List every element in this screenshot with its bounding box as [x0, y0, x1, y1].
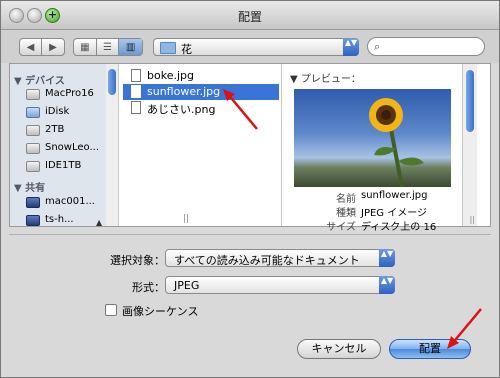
- preview-scrollbar[interactable]: ||: [462, 64, 477, 226]
- sidebar-item-macpro16[interactable]: MacPro16: [26, 86, 106, 104]
- hard-drive-icon: [26, 125, 40, 136]
- network-computer-icon: [26, 215, 40, 226]
- sunflower-illustration: [369, 98, 424, 187]
- sidebar-header-shared[interactable]: ▼ 共有: [14, 179, 45, 194]
- forward-icon[interactable]: ▶: [42, 39, 64, 55]
- search-field[interactable]: ⌕: [367, 37, 485, 56]
- sidebar-item-mac001[interactable]: mac001...: [26, 194, 106, 212]
- document-icon: [131, 101, 141, 114]
- enable-label: 選択対象：: [110, 254, 165, 267]
- file-item-boke[interactable]: boke.jpg: [123, 68, 279, 84]
- meta-size-value: ディスク上の 16: [361, 222, 437, 233]
- window-title: 配置: [237, 10, 262, 24]
- sidebar-item-ts-h[interactable]: ts-h...: [26, 212, 106, 226]
- title-bar[interactable]: + 配置: [1, 1, 499, 30]
- back-forward-control: ◀ ▶: [19, 38, 65, 56]
- sidebar-item-label: IDE1TB: [45, 160, 82, 171]
- preview-column: ▼ プレビュー： 名前 sunflower.jpg 種類 JPEG イメージ サ…: [282, 64, 462, 233]
- image-sequence-label[interactable]: 画像シーケンス: [122, 303, 198, 319]
- column-view-icon[interactable]: ▥: [119, 39, 142, 55]
- sidebar-header-devices[interactable]: ▼ デバイス: [14, 72, 65, 87]
- idisk-icon: [26, 107, 40, 118]
- sidebar-item-idisk[interactable]: iDisk: [26, 104, 106, 122]
- preview-header[interactable]: ▼ プレビュー：: [290, 70, 361, 85]
- sidebar: ▼ デバイス MacPro16 iDisk 2TB SnowLeo... IDE…: [10, 64, 107, 226]
- enable-popup-value: すべての読み込み可能なドキュメント: [174, 254, 360, 267]
- meta-kind-key: 種類: [336, 208, 356, 219]
- folder-path-label: 花: [181, 43, 192, 56]
- options-panel: 選択対象： すべての読み込み可能なドキュメント ▲▼ 形式： JPEG ▲▼ 画…: [9, 234, 491, 328]
- document-icon: [131, 69, 141, 82]
- meta-kind-value: JPEG イメージ: [361, 208, 428, 219]
- file-name: boke.jpg: [147, 69, 194, 82]
- resize-handle-icon[interactable]: ||: [470, 215, 475, 224]
- meta-name-value: sunflower.jpg: [361, 190, 428, 201]
- sidebar-scrollbar[interactable]: [106, 64, 119, 226]
- sidebar-item-label: mac001...: [45, 196, 95, 207]
- hard-drive-icon: [26, 143, 40, 154]
- file-name: あじさい.png: [147, 103, 216, 116]
- file-browser: ▼ デバイス MacPro16 iDisk 2TB SnowLeo... IDE…: [9, 63, 491, 233]
- folder-path-popup[interactable]: 花 ▲▼: [153, 38, 359, 56]
- back-icon[interactable]: ◀: [20, 39, 42, 55]
- format-popup[interactable]: JPEG ▲▼: [165, 276, 395, 294]
- popup-arrows-icon: ▲▼: [379, 249, 395, 267]
- toolbar: ◀ ▶ ▦ ☰ ▥ 花 ▲▼ ⌕: [1, 30, 499, 63]
- popup-arrows-icon: ▲▼: [343, 38, 359, 56]
- meta-name-key: 名前: [336, 194, 356, 205]
- file-name: sunflower.jpg: [147, 85, 221, 98]
- file-item-sunflower[interactable]: sunflower.jpg: [123, 84, 279, 100]
- sidebar-item-label: ts-h...: [45, 214, 74, 225]
- view-mode-control: ▦ ☰ ▥: [73, 38, 143, 56]
- meta-size-key: サイズ: [326, 222, 356, 233]
- popup-arrows-icon: ▲▼: [379, 276, 395, 294]
- folder-icon: [160, 42, 176, 54]
- network-computer-icon: [26, 197, 40, 208]
- sidebar-item-ide1tb[interactable]: IDE1TB: [26, 158, 106, 176]
- place-button[interactable]: 配置: [389, 339, 471, 359]
- file-item-ajisai[interactable]: あじさい.png: [123, 100, 279, 116]
- list-view-icon[interactable]: ☰: [97, 39, 120, 55]
- sunflower-preview-image: [294, 89, 451, 187]
- file-column: boke.jpg sunflower.jpg あじさい.png ||: [119, 64, 282, 226]
- sidebar-item-label: MacPro16: [45, 88, 94, 99]
- eject-icon[interactable]: ▲: [96, 218, 102, 226]
- document-icon: [131, 85, 141, 98]
- format-label: 形式：: [132, 281, 165, 294]
- format-popup-value: JPEG: [174, 279, 200, 292]
- hard-drive-icon: [26, 89, 40, 100]
- place-dialog-window: + 配置 ◀ ▶ ▦ ☰ ▥ 花 ▲▼ ⌕ ▼ デバイス MacPro16 iD…: [0, 0, 500, 378]
- enable-popup[interactable]: すべての読み込み可能なドキュメント ▲▼: [165, 249, 395, 267]
- sidebar-item-label: iDisk: [45, 106, 70, 117]
- scrollbar-thumb[interactable]: [466, 70, 474, 132]
- sidebar-item-2tb[interactable]: 2TB: [26, 122, 106, 140]
- sidebar-item-label: SnowLeo...: [45, 142, 100, 153]
- sidebar-item-label: 2TB: [45, 124, 65, 135]
- sidebar-item-snowleo[interactable]: SnowLeo...: [26, 140, 106, 158]
- search-icon: ⌕: [374, 40, 381, 53]
- hard-drive-icon: [26, 161, 40, 172]
- column-resize-handle[interactable]: ||: [183, 214, 189, 224]
- cancel-button[interactable]: キャンセル: [297, 339, 381, 359]
- scrollbar-thumb[interactable]: [108, 69, 116, 95]
- icon-view-icon[interactable]: ▦: [74, 39, 97, 55]
- image-sequence-checkbox[interactable]: [105, 304, 117, 316]
